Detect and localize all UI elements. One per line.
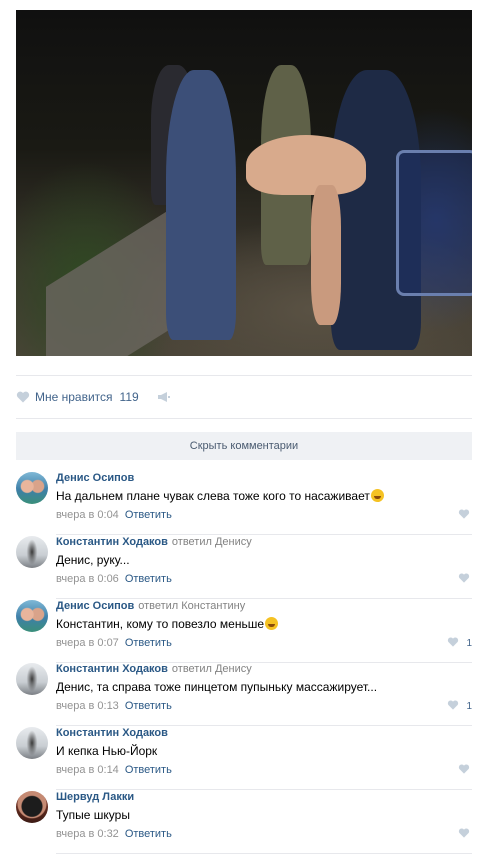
comment-text: Денис, та справа тоже пинцетом пупыньку …	[56, 680, 377, 694]
comment-time[interactable]: вчера в 0:06	[56, 573, 119, 585]
avatar[interactable]	[16, 791, 48, 823]
comment-text-content: Денис, руку...	[56, 553, 130, 567]
like-button[interactable]: Мне нравится	[35, 390, 113, 404]
photo-chair	[396, 150, 472, 296]
comment-header: Шервуд Лакки	[56, 791, 138, 803]
comment-time[interactable]: вчера в 0:32	[56, 828, 119, 840]
comment-reply-button[interactable]: Ответить	[125, 764, 172, 776]
heart-icon[interactable]	[447, 700, 461, 712]
avatar[interactable]	[16, 727, 48, 759]
comment-author[interactable]: Константин Ходаков	[56, 536, 168, 548]
comment-reply-button[interactable]: Ответить	[125, 700, 172, 712]
heart-icon[interactable]	[447, 637, 461, 649]
like-count[interactable]: 119	[120, 390, 139, 404]
comment-author[interactable]: Шервуд Лакки	[56, 791, 134, 803]
photo-person	[311, 185, 341, 325]
comment-meta: вчера в 0:13 Ответить	[56, 700, 172, 712]
comment-time[interactable]: вчера в 0:04	[56, 509, 119, 521]
divider	[16, 375, 472, 376]
comment: Константин Ходаков И кепка Нью-Йорк вчер…	[16, 727, 472, 791]
post-actions: Мне нравится 119	[16, 388, 171, 406]
post-photo[interactable]	[16, 10, 472, 356]
comment-like[interactable]	[458, 573, 472, 585]
photo-person	[166, 70, 236, 340]
smile-emoji-icon	[370, 489, 384, 502]
comment-text: На дальнем плане чувак слева тоже кого т…	[56, 489, 384, 503]
comment-reply-to[interactable]: ответил Денису	[172, 536, 252, 548]
comment-text-content: Тупые шкуры	[56, 808, 130, 822]
megaphone-icon[interactable]	[157, 391, 171, 403]
comment-author[interactable]: Денис Осипов	[56, 600, 134, 612]
comment-like[interactable]: 1	[447, 637, 472, 649]
comment-meta: вчера в 0:32 Ответить	[56, 828, 172, 840]
comment-time[interactable]: вчера в 0:07	[56, 637, 119, 649]
comment: Денис Осипов ответил Константину Констант…	[16, 600, 472, 664]
divider	[56, 853, 472, 854]
smile-emoji-icon	[265, 617, 279, 630]
comment: Денис Осипов На дальнем плане чувак слев…	[16, 472, 472, 536]
divider	[56, 534, 472, 535]
comment-reply-to[interactable]: ответил Денису	[172, 663, 252, 675]
comment-like[interactable]	[458, 764, 472, 776]
comment-meta: вчера в 0:06 Ответить	[56, 573, 172, 585]
comment-text-content: Денис, та справа тоже пинцетом пупыньку …	[56, 680, 378, 694]
comment-reply-button[interactable]: Ответить	[125, 573, 172, 585]
comment-author[interactable]: Константин Ходаков	[56, 663, 168, 675]
comment-reply-button[interactable]: Ответить	[125, 828, 172, 840]
comment-like-count[interactable]: 1	[466, 638, 472, 649]
comment-text: Денис, руку...	[56, 553, 130, 567]
comment-author[interactable]: Константин Ходаков	[56, 727, 168, 739]
heart-icon[interactable]	[458, 509, 472, 521]
comment-text: И кепка Нью-Йорк	[56, 744, 157, 758]
comment-meta: вчера в 0:14 Ответить	[56, 764, 172, 776]
comment-header: Константин Ходаков	[56, 727, 172, 739]
comment-like[interactable]	[458, 509, 472, 521]
comment-meta: вчера в 0:07 Ответить	[56, 637, 172, 649]
hide-comments-button[interactable]: Скрыть комментарии	[16, 432, 472, 460]
comment-meta: вчера в 0:04 Ответить	[56, 509, 172, 521]
heart-icon[interactable]	[16, 391, 30, 403]
comment-like-count[interactable]: 1	[466, 701, 472, 712]
comment-header: Денис Осипов ответил Константину	[56, 600, 245, 612]
comment-reply-to[interactable]: ответил Константину	[138, 600, 245, 612]
comment-header: Константин Ходаков ответил Денису	[56, 663, 252, 675]
comment-reply-button[interactable]: Ответить	[125, 509, 172, 521]
comment-text-content: Константин, кому то повезло меньше	[56, 617, 265, 631]
comment-like[interactable]	[458, 828, 472, 840]
comment-header: Константин Ходаков ответил Денису	[56, 536, 252, 548]
comment-author[interactable]: Денис Осипов	[56, 472, 134, 484]
divider	[56, 725, 472, 726]
heart-icon[interactable]	[458, 764, 472, 776]
avatar[interactable]	[16, 663, 48, 695]
comment-reply-button[interactable]: Ответить	[125, 637, 172, 649]
comment: Шервуд Лакки Тупые шкуры вчера в 0:32 Отв…	[16, 791, 472, 855]
comment-like[interactable]: 1	[447, 700, 472, 712]
comment-text-content: На дальнем плане чувак слева тоже кого т…	[56, 489, 370, 503]
comment-text-content: И кепка Нью-Йорк	[56, 744, 158, 758]
avatar[interactable]	[16, 600, 48, 632]
comment-time[interactable]: вчера в 0:14	[56, 764, 119, 776]
comment-header: Денис Осипов	[56, 472, 138, 484]
divider	[56, 789, 472, 790]
heart-icon[interactable]	[458, 828, 472, 840]
photo-person	[246, 135, 366, 195]
avatar[interactable]	[16, 472, 48, 504]
divider	[16, 418, 472, 419]
comment: Константин Ходаков ответил Денису Денис, …	[16, 536, 472, 600]
comment: Константин Ходаков ответил Денису Денис, …	[16, 663, 472, 727]
comment-text: Константин, кому то повезло меньше	[56, 617, 279, 631]
avatar[interactable]	[16, 536, 48, 568]
heart-icon[interactable]	[458, 573, 472, 585]
divider	[56, 598, 472, 599]
comment-text: Тупые шкуры	[56, 808, 130, 822]
comment-time[interactable]: вчера в 0:13	[56, 700, 119, 712]
